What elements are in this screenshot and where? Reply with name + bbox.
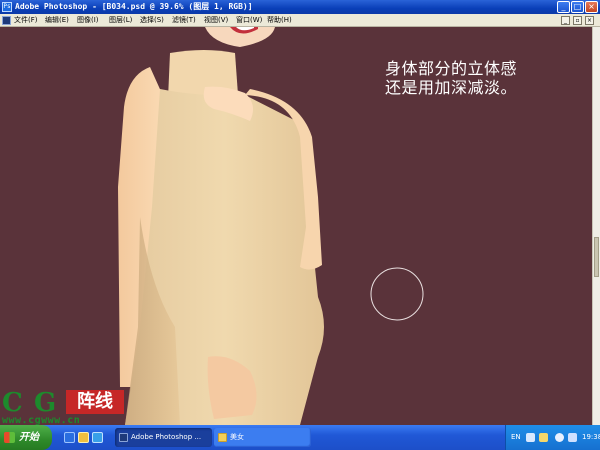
- menu-view[interactable]: 视图(V): [204, 14, 228, 27]
- menu-window[interactable]: 窗口(W): [236, 14, 262, 27]
- screen: Ps Adobe Photoshop - [B034.psd @ 39.6% (…: [0, 0, 600, 450]
- annotation-line-1: 身体部分的立体感: [385, 59, 518, 78]
- close-button[interactable]: ×: [585, 1, 598, 13]
- brush-circle: [370, 267, 424, 321]
- taskbar-item-label: 美女: [230, 433, 244, 441]
- menu-layer[interactable]: 图层(L): [109, 14, 132, 27]
- doc-close-button[interactable]: ×: [585, 16, 594, 25]
- doc-restore-button[interactable]: ▫: [573, 16, 582, 25]
- menu-edit[interactable]: 编辑(E): [45, 14, 69, 27]
- language-indicator[interactable]: EN: [511, 425, 521, 450]
- ie-icon[interactable]: [64, 432, 75, 443]
- taskbar-item-folder[interactable]: 美女: [214, 428, 311, 447]
- folder-icon: [218, 433, 227, 442]
- menu-bar: 文件(F) 编辑(E) 图像(I) 图层(L) 选择(S) 滤镜(T) 视图(V…: [0, 14, 600, 27]
- start-button[interactable]: 开始: [0, 425, 52, 450]
- menu-help[interactable]: 帮助(H): [267, 14, 292, 27]
- menu-select[interactable]: 选择(S): [140, 14, 164, 27]
- taskbar: 开始 Adobe Photoshop ... 美女 EN 19:38: [0, 425, 600, 450]
- minimize-button[interactable]: _: [557, 1, 570, 13]
- menu-file[interactable]: 文件(F): [14, 14, 38, 27]
- document-icon[interactable]: [2, 16, 11, 25]
- tray-volume-icon[interactable]: [568, 433, 577, 442]
- annotation-text: 身体部分的立体感 还是用加深减淡。: [385, 59, 517, 97]
- title-bar[interactable]: Ps Adobe Photoshop - [B034.psd @ 39.6% (…: [0, 0, 600, 14]
- menu-image[interactable]: 图像(I): [77, 14, 99, 27]
- media-player-icon[interactable]: [92, 432, 103, 443]
- tray-keyboard-icon[interactable]: [526, 433, 535, 442]
- system-tray: EN 19:38: [505, 425, 600, 450]
- doc-minimize-button[interactable]: _: [561, 16, 570, 25]
- scrollbar-thumb[interactable]: [594, 237, 599, 277]
- tray-network-icon[interactable]: [555, 433, 564, 442]
- document-canvas[interactable]: 身体部分的立体感 还是用加深减淡。: [0, 27, 592, 425]
- windows-logo-icon: [4, 432, 15, 443]
- photoshop-icon: [119, 433, 128, 442]
- taskbar-item-label: Adobe Photoshop ...: [131, 433, 202, 441]
- tray-help-icon[interactable]: [539, 433, 548, 442]
- face-chin: [205, 27, 275, 47]
- menu-filter[interactable]: 滤镜(T): [172, 14, 196, 27]
- taskbar-item-photoshop[interactable]: Adobe Photoshop ...: [115, 428, 212, 447]
- clock[interactable]: 19:38: [582, 425, 600, 450]
- start-label: 开始: [19, 432, 39, 443]
- maximize-button[interactable]: □: [571, 1, 584, 13]
- watermark-seal: 阵线: [66, 390, 124, 414]
- vertical-scrollbar[interactable]: [592, 27, 600, 425]
- watermark-letter-g: G: [34, 388, 57, 418]
- window-title: Adobe Photoshop - [B034.psd @ 39.6% (图层 …: [15, 2, 253, 11]
- show-desktop-icon[interactable]: [78, 432, 89, 443]
- annotation-line-2: 还是用加深减淡。: [385, 78, 518, 97]
- photoshop-icon[interactable]: Ps: [2, 2, 12, 12]
- watermark-letter-c: C: [2, 388, 23, 418]
- watermark-logo: C G 阵线 www.cgwww.cn: [0, 388, 130, 426]
